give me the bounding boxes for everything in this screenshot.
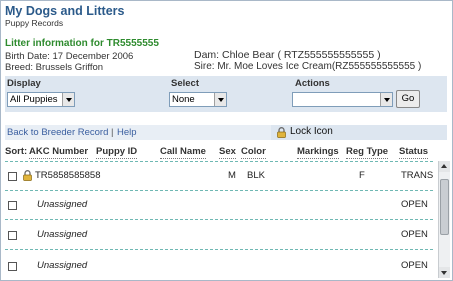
reg-type: F xyxy=(359,170,365,181)
table-row: TR5858585858 M BLK F TRANS xyxy=(5,162,435,192)
scroll-down-icon[interactable] xyxy=(439,267,450,278)
col-puppy-id[interactable]: Puppy ID xyxy=(96,146,138,159)
lock-legend: Lock Icon xyxy=(271,125,447,140)
dam-info: Dam: Chloe Bear ( RTZ555555555555 ) xyxy=(194,49,381,61)
display-label: Display xyxy=(7,78,41,89)
birth-date: Birth Date: 17 December 2006 xyxy=(5,51,134,62)
chevron-down-icon[interactable] xyxy=(214,93,226,106)
scroll-thumb[interactable] xyxy=(440,179,449,235)
col-color[interactable]: Color xyxy=(241,146,266,159)
status: OPEN xyxy=(401,229,428,240)
table-row: Unassigned OPEN xyxy=(5,191,435,221)
back-to-breeder-link[interactable]: Back to Breeder Record xyxy=(7,127,108,138)
display-select[interactable]: All Puppies xyxy=(7,92,75,107)
display-select-value: All Puppies xyxy=(10,94,58,105)
link-separator: | xyxy=(111,127,114,138)
col-call-name[interactable]: Call Name xyxy=(160,146,206,159)
row-checkbox[interactable] xyxy=(8,172,17,181)
akc-number: Unassigned xyxy=(37,260,88,271)
row-divider xyxy=(5,249,433,250)
litter-heading: Litter information for TR5555555 xyxy=(5,38,159,49)
select-dropdown[interactable]: None xyxy=(169,92,227,107)
akc-number[interactable]: TR5858585858 xyxy=(35,170,101,181)
status: OPEN xyxy=(401,199,428,210)
breed: Breed: Brussels Griffon xyxy=(5,62,104,73)
akc-number: Unassigned xyxy=(37,229,88,240)
app-title: My Dogs and Litters xyxy=(5,4,125,18)
select-label: Select xyxy=(171,78,199,89)
sex: M xyxy=(228,170,236,181)
controls-panel: Display All Puppies Select None Actions … xyxy=(5,76,447,112)
row-checkbox[interactable] xyxy=(8,231,17,240)
go-button[interactable]: Go xyxy=(396,90,420,108)
col-sex[interactable]: Sex xyxy=(219,146,236,159)
row-divider xyxy=(5,219,433,220)
actions-label: Actions xyxy=(295,78,330,89)
row-checkbox[interactable] xyxy=(8,262,17,271)
lock-icon xyxy=(23,170,32,181)
row-checkbox[interactable] xyxy=(8,201,17,210)
sire-info: Sire: Mr. Moe Loves Ice Cream(RZ55555555… xyxy=(194,61,422,72)
actions-select[interactable] xyxy=(292,92,393,107)
col-status[interactable]: Status xyxy=(399,146,429,159)
select-dropdown-value: None xyxy=(172,94,195,105)
help-link[interactable]: Help xyxy=(117,127,137,138)
chevron-down-icon[interactable] xyxy=(380,93,392,106)
lock-icon xyxy=(277,127,286,138)
status: OPEN xyxy=(401,260,428,271)
lock-legend-label: Lock Icon xyxy=(290,126,333,137)
chevron-down-icon[interactable] xyxy=(62,93,74,106)
app-subtitle: Puppy Records xyxy=(5,18,64,28)
col-akc-number[interactable]: AKC Number xyxy=(29,146,89,159)
akc-number: Unassigned xyxy=(37,199,88,210)
table-row: Unassigned OPEN xyxy=(5,221,435,251)
col-markings[interactable]: Markings xyxy=(297,146,339,159)
col-reg-type[interactable]: Reg Type xyxy=(346,146,389,159)
color: BLK xyxy=(247,170,265,181)
status: TRANS xyxy=(401,170,434,181)
sort-label: Sort: xyxy=(5,146,28,157)
links-bar: Back to Breeder Record | Help Lock Icon xyxy=(5,125,447,140)
table-row: Unassigned OPEN xyxy=(5,252,435,280)
page-frame: My Dogs and Litters Puppy Records Litter… xyxy=(0,0,453,281)
table-scrollbar[interactable] xyxy=(438,161,450,278)
scroll-up-icon[interactable] xyxy=(439,161,450,172)
